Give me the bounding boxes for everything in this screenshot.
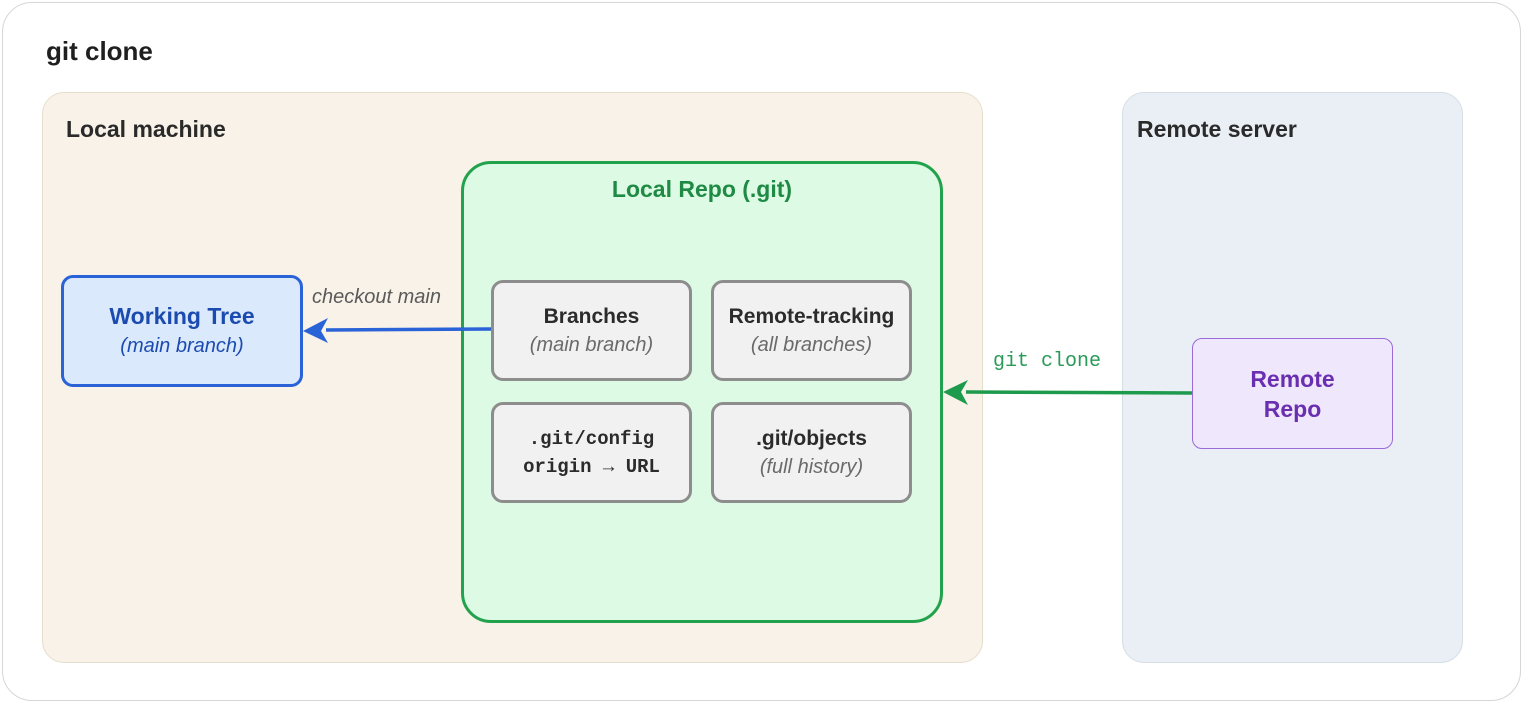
remote-repo-node: Remote Repo — [1192, 338, 1393, 449]
branches-node: Branches (main branch) — [491, 280, 692, 381]
branches-label: Branches — [543, 304, 640, 328]
git-objects-sublabel: (full history) — [759, 455, 864, 478]
remote-server-label: Remote server — [1137, 116, 1297, 142]
remote-repo-label: Remote Repo — [1250, 365, 1335, 422]
local-machine-label: Local machine — [66, 116, 226, 142]
git-config-origin-label: origin → URL — [523, 455, 660, 478]
working-tree-node: Working Tree (main branch) — [61, 275, 303, 387]
working-tree-label: Working Tree — [109, 303, 255, 329]
remote-tracking-node: Remote-tracking (all branches) — [711, 280, 912, 381]
clone-edge-label: git clone — [993, 350, 1102, 373]
local-repo-title: Local Repo (.git) — [611, 176, 793, 202]
diagram-title: git clone — [46, 36, 153, 66]
git-config-node: .git/config origin → URL — [491, 402, 692, 503]
git-config-label: .git/config — [528, 427, 655, 450]
git-objects-node: .git/objects (full history) — [711, 402, 912, 503]
remote-tracking-label: Remote-tracking — [728, 304, 895, 328]
working-tree-sublabel: (main branch) — [120, 335, 244, 357]
local-repo-container — [461, 161, 943, 623]
branches-sublabel: (main branch) — [529, 333, 654, 356]
git-objects-label: .git/objects — [756, 426, 867, 450]
checkout-edge-label: checkout main — [312, 286, 441, 308]
remote-tracking-sublabel: (all branches) — [750, 333, 873, 356]
